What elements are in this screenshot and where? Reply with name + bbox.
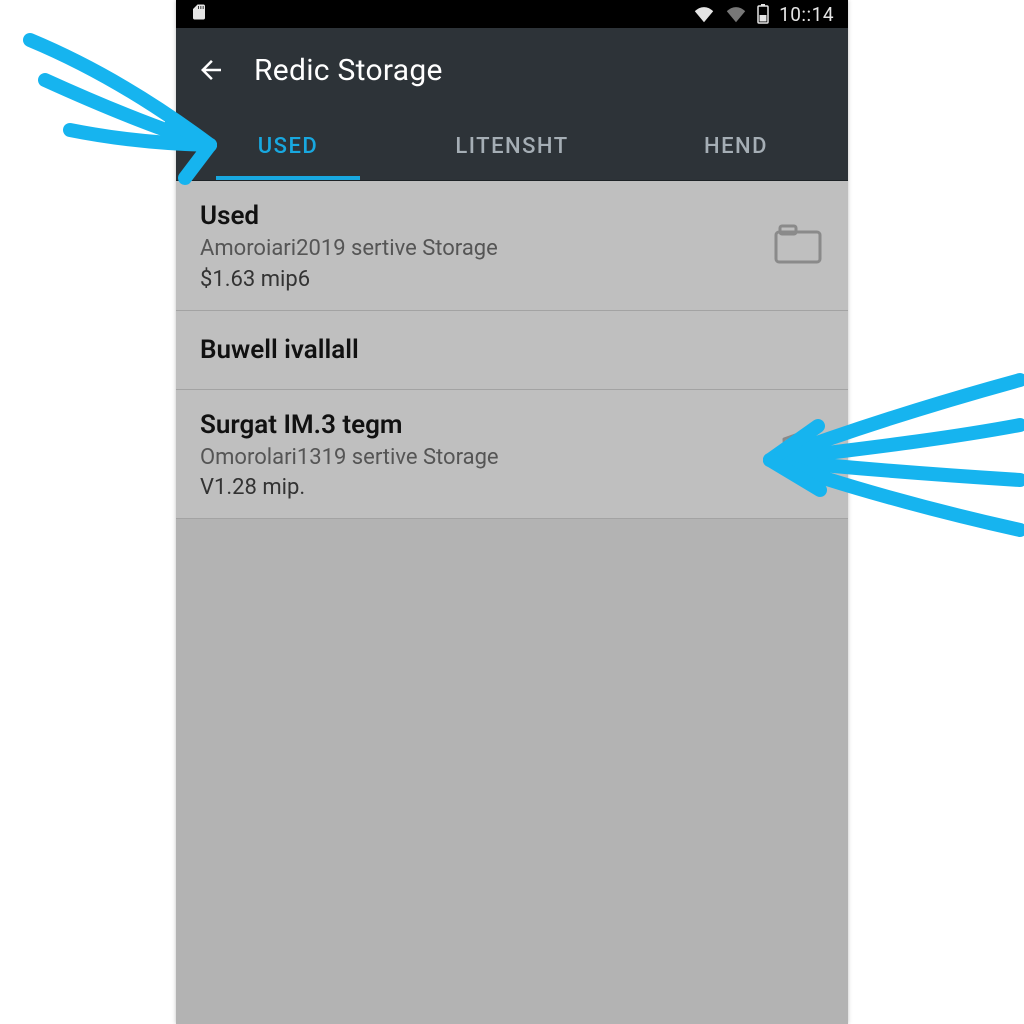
arrow-annotation-top-left: [0, 10, 260, 210]
list-item-subtitle: Amoroiari2019 sertive Storage: [200, 235, 498, 263]
wifi-dim-icon: [725, 5, 747, 23]
list-item-title: Buwell ivallall: [200, 335, 359, 365]
tab-label: USED: [258, 134, 319, 159]
status-time: 10::14: [779, 3, 834, 26]
tab-label: LITENSHT: [455, 134, 568, 159]
wifi-icon: [693, 5, 715, 23]
folder-icon: [772, 222, 824, 270]
list-item-meta: $1.63 mip6: [200, 267, 498, 292]
list-item[interactable]: Used Amoroiari2019 sertive Storage $1.63…: [176, 181, 848, 311]
tab-bar: USED LITENSHT HEND: [176, 112, 848, 181]
arrow-annotation-right: [700, 340, 1024, 570]
status-bar: 10::14: [176, 0, 848, 28]
status-right: 10::14: [693, 3, 834, 26]
list-item-subtitle: Omorolari1319 sertive Storage: [200, 444, 499, 472]
battery-icon: [757, 4, 769, 24]
tab-litensht[interactable]: LITENSHT: [400, 112, 624, 180]
page-title: Redic Storage: [254, 53, 443, 88]
app-bar: Redic Storage: [176, 28, 848, 112]
tab-label: HEND: [704, 134, 768, 159]
list-item-title: Surgat IM.3 tegm: [200, 410, 499, 440]
tab-hend[interactable]: HEND: [624, 112, 848, 180]
list-item-meta: V1.28 mip.: [200, 475, 499, 500]
